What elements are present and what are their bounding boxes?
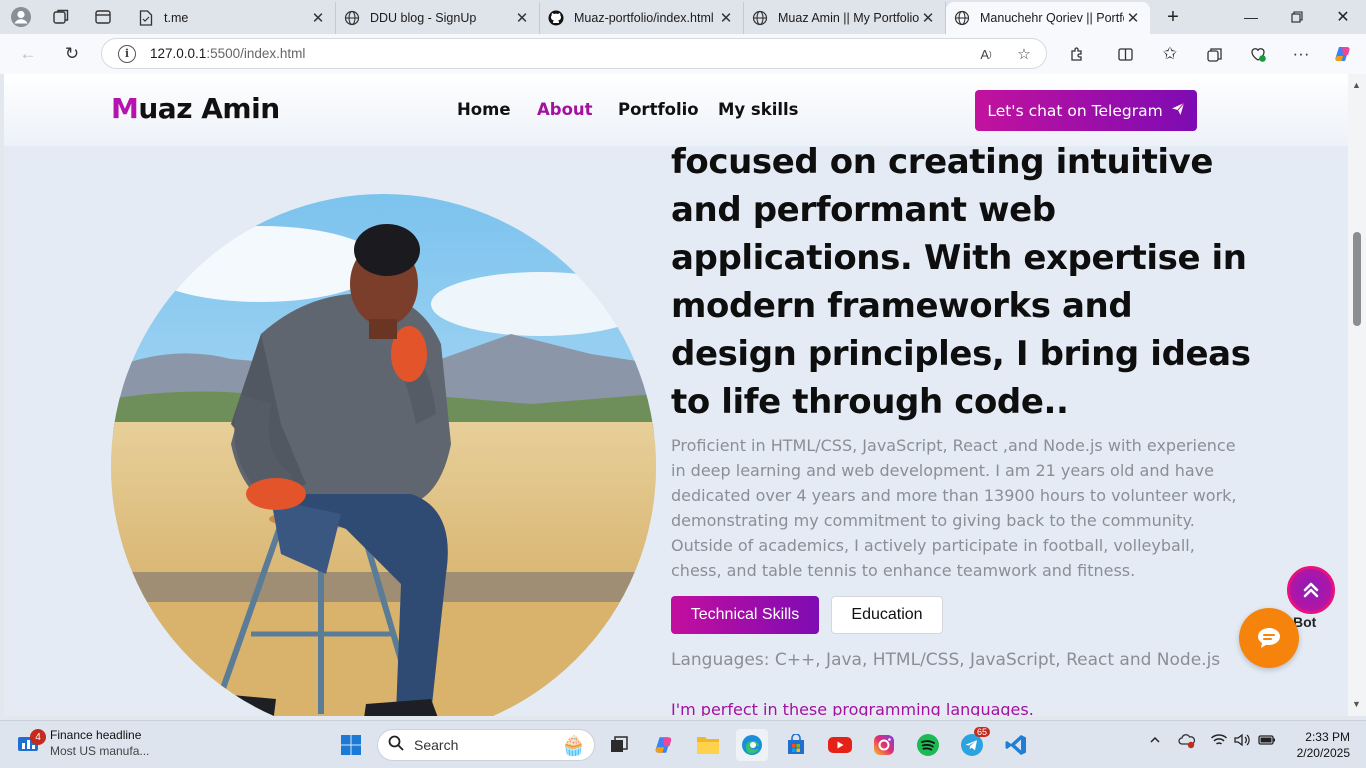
finance-chart-icon: 4 — [16, 729, 46, 755]
nav-home[interactable]: Home — [457, 100, 511, 119]
new-tab-icon[interactable]: + — [1156, 3, 1190, 31]
copilot-taskbar-icon[interactable] — [648, 729, 680, 761]
languages-caption: I'm perfect in these programming languag… — [671, 700, 1034, 716]
restore-icon[interactable] — [1274, 0, 1320, 34]
address-url[interactable]: 127.0.0.1:5500/index.html — [150, 46, 305, 61]
store-icon[interactable] — [780, 729, 812, 761]
technical-skills-button[interactable]: Technical Skills — [671, 596, 819, 634]
onedrive-icon[interactable] — [1178, 733, 1196, 752]
site-logo[interactable]: Muaz Amin — [111, 92, 280, 125]
tab-github[interactable]: Muaz-portfolio/index.html ✕ — [540, 2, 744, 34]
tab-strip: t.me ✕ DDU blog - SignUp ✕ Muaz-portfoli… — [0, 0, 1366, 34]
close-icon[interactable]: ✕ — [1124, 9, 1142, 27]
tab-tme[interactable]: t.me ✕ — [130, 2, 336, 34]
split-screen-icon[interactable] — [1110, 40, 1140, 68]
chatbot-button[interactable] — [1239, 608, 1299, 668]
scroll-top-button[interactable] — [1287, 566, 1335, 614]
edge-taskbar-icon[interactable] — [736, 729, 768, 761]
system-clock[interactable]: 2:33 PM 2/20/2025 — [1286, 729, 1350, 761]
more-menu-icon[interactable]: ··· — [1286, 40, 1316, 68]
favorites-icon[interactable]: ✩ — [1155, 40, 1185, 68]
chat-bubble-icon — [1258, 628, 1280, 648]
close-icon[interactable]: ✕ — [717, 9, 735, 27]
info-icon[interactable]: i — [118, 44, 136, 63]
start-button[interactable] — [335, 729, 367, 761]
telegram-button-label: Let's chat on Telegram — [987, 101, 1163, 120]
windows-taskbar: 4 Finance headline Most US manufa... Sea… — [0, 720, 1366, 768]
globe-icon — [752, 10, 768, 26]
page-viewport: Muaz Amin Home About Portfolio My skills… — [4, 74, 1348, 716]
taskbar-search[interactable]: Search 🧁 — [377, 729, 595, 761]
telegram-badge: 65 — [974, 727, 991, 737]
muffin-icon: 🧁 — [561, 734, 586, 757]
copilot-icon[interactable] — [1328, 40, 1358, 68]
vscode-icon[interactable] — [1000, 729, 1032, 761]
collections-icon[interactable] — [1199, 40, 1229, 68]
languages-text: Languages: C++, Java, HTML/CSS, JavaScri… — [671, 650, 1221, 670]
file-explorer-icon[interactable] — [692, 729, 724, 761]
education-button[interactable]: Education — [831, 596, 943, 634]
nav-portfolio[interactable]: Portfolio — [618, 100, 699, 119]
nav-my-skills[interactable]: My skills — [718, 100, 799, 119]
page-scrollbar[interactable]: ▲ ▼ — [1348, 74, 1366, 716]
favorite-star-icon[interactable]: ☆ — [1013, 44, 1035, 64]
close-icon[interactable]: ✕ — [309, 9, 327, 27]
clock-time: 2:33 PM — [1305, 730, 1350, 744]
tab-title: Muaz Amin || My Portfolio — [778, 11, 919, 25]
scroll-up-arrow-icon[interactable]: ▲ — [1352, 80, 1361, 90]
browser-essentials-icon[interactable] — [1243, 40, 1273, 68]
github-icon — [548, 10, 564, 26]
widget-badge: 4 — [30, 729, 46, 745]
browser-toolbar: ← ↻ i 127.0.0.1:5500/index.html A) ☆ ✩ ·… — [0, 34, 1366, 74]
nav-about[interactable]: About — [537, 100, 593, 119]
task-view-icon[interactable] — [603, 729, 635, 761]
site-navbar: Muaz Amin Home About Portfolio My skills… — [4, 74, 1348, 146]
tab-title: DDU blog - SignUp — [370, 11, 477, 25]
battery-icon[interactable] — [1258, 733, 1276, 750]
double-chevron-up-icon — [1303, 582, 1319, 598]
search-label: Search — [414, 737, 459, 753]
spotify-icon[interactable] — [912, 729, 944, 761]
windows-logo-icon — [341, 735, 361, 755]
back-icon[interactable]: ← — [13, 40, 43, 68]
scrollbar-thumb[interactable] — [1353, 232, 1361, 326]
close-icon[interactable]: ✕ — [513, 9, 531, 27]
volume-icon[interactable] — [1234, 733, 1250, 750]
profile-photo — [111, 194, 656, 716]
tab-title: Muaz-portfolio/index.html — [574, 11, 714, 25]
news-widget[interactable]: 4 Finance headline Most US manufa... — [16, 727, 149, 759]
search-icon — [388, 735, 404, 756]
show-hidden-icons[interactable] — [1149, 733, 1161, 749]
tab-muaz-portfolio[interactable]: Muaz Amin || My Portfolio ✕ — [744, 2, 946, 34]
workspaces-icon[interactable] — [44, 3, 78, 31]
tab-manuchehr-portfolio[interactable]: Manuchehr Qoriev || Portfo ✕ — [946, 2, 1150, 34]
close-icon[interactable]: ✕ — [919, 9, 937, 27]
read-aloud-icon[interactable]: A) — [975, 44, 997, 64]
about-heading: focused on creating intuitive and perfor… — [671, 142, 1251, 422]
globe-icon — [344, 10, 360, 26]
globe-icon — [954, 10, 970, 26]
send-icon — [1171, 102, 1185, 120]
widget-subtitle: Most US manufa... — [50, 744, 150, 758]
tab-title: t.me — [164, 11, 189, 25]
tab-title: Manuchehr Qoriev || Portfo — [980, 11, 1124, 25]
close-window-icon[interactable]: ✕ — [1320, 0, 1366, 34]
clock-date: 2/20/2025 — [1296, 746, 1350, 760]
instagram-icon[interactable] — [868, 729, 900, 761]
tab-ddu-blog[interactable]: DDU blog - SignUp ✕ — [336, 2, 540, 34]
youtube-icon[interactable] — [824, 729, 856, 761]
scroll-down-arrow-icon[interactable]: ▼ — [1352, 699, 1361, 709]
refresh-icon[interactable]: ↻ — [57, 40, 87, 68]
widget-title: Finance headline — [50, 728, 142, 742]
about-paragraph: Proficient in HTML/CSS, JavaScript, Reac… — [671, 436, 1237, 580]
extensions-icon[interactable] — [1062, 40, 1092, 68]
page-icon — [138, 10, 154, 26]
minimize-icon[interactable]: — — [1228, 0, 1274, 34]
profile-icon[interactable] — [4, 3, 38, 31]
wifi-icon[interactable] — [1210, 733, 1228, 750]
telegram-taskbar-icon[interactable]: 65 — [956, 727, 991, 761]
tab-actions-icon[interactable] — [86, 3, 120, 31]
address-bar[interactable]: i 127.0.0.1:5500/index.html A) ☆ — [101, 38, 1047, 69]
telegram-chat-button[interactable]: Let's chat on Telegram — [975, 90, 1197, 131]
